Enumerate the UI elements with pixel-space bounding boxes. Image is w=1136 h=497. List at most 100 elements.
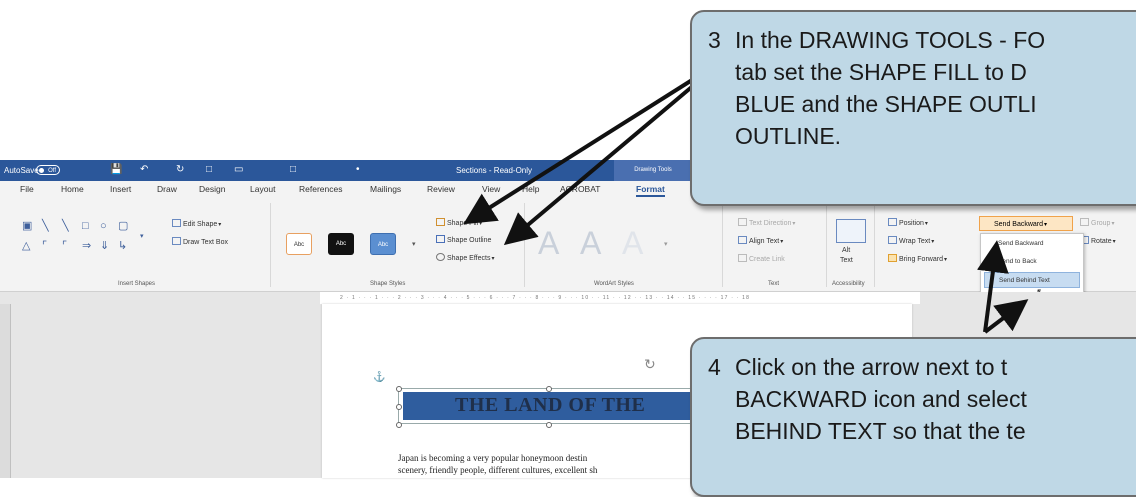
position-button[interactable]: Position▾: [888, 218, 928, 227]
tab-acrobat[interactable]: ACROBAT: [560, 184, 600, 194]
document-title: Sections - Read-Only: [456, 166, 533, 175]
alt-text-label-1: Alt: [842, 247, 851, 254]
resize-handle[interactable]: [396, 404, 402, 410]
down-arrow-shape-icon[interactable]: ⇓: [100, 241, 109, 252]
rounded-rect-shape-icon[interactable]: ▢: [118, 221, 128, 232]
anchor-icon: ⚓: [373, 372, 386, 383]
tab-format[interactable]: Format: [636, 184, 665, 197]
text-direction-icon: [738, 218, 747, 226]
line-shape-icon[interactable]: ╲: [42, 221, 49, 232]
heading-shape-fill: THE LAND OF THE: [403, 392, 695, 420]
horizontal-ruler: 2 · 1 · · · 1 · · · 2 · · · 3 · · · 4 · …: [0, 292, 1136, 304]
connector-shape-icon[interactable]: ⌜: [42, 241, 47, 252]
arrow-line-shape-icon[interactable]: ╲: [62, 221, 69, 232]
more-icon[interactable]: •: [356, 164, 360, 176]
elbow-connector-shape-icon[interactable]: ⌜: [62, 241, 67, 252]
drawing-tools-label: Drawing Tools: [614, 160, 692, 181]
save-icon[interactable]: 💾: [110, 164, 122, 176]
group-button[interactable]: Group▾: [1080, 218, 1114, 227]
effects-icon: [436, 253, 445, 261]
tab-layout[interactable]: Layout: [250, 184, 276, 194]
oval-shape-icon[interactable]: ○: [100, 221, 107, 232]
open-icon[interactable]: ▭: [234, 164, 243, 176]
right-arrow-shape-icon[interactable]: ⇒: [82, 241, 91, 252]
draw-text-box-button[interactable]: Draw Text Box: [172, 237, 228, 246]
tab-help[interactable]: Help: [522, 184, 539, 194]
edit-shape-button[interactable]: Edit Shape▾: [172, 219, 221, 228]
callout-line: OUTLINE.: [735, 123, 842, 149]
step-number: 3: [708, 27, 721, 53]
rotate-button[interactable]: Rotate▾: [1080, 236, 1116, 245]
tab-draw[interactable]: Draw: [157, 184, 177, 194]
text-group-label: Text: [768, 281, 780, 287]
send-backward-button[interactable]: Send Backward▾: [979, 216, 1073, 231]
create-link-button[interactable]: Create Link: [738, 254, 785, 263]
alt-text-label-2: Text: [840, 257, 853, 264]
wordart-group-label: WordArt Styles: [594, 281, 634, 287]
body-line: Japan is becoming a very popular honeymo…: [398, 453, 588, 463]
tab-view[interactable]: View: [482, 184, 500, 194]
callout-line: BEHIND TEXT so that the te: [735, 418, 1026, 444]
callout-line: In the DRAWING TOOLS - FO: [735, 27, 1046, 53]
resize-handle[interactable]: [546, 422, 552, 428]
callout-line: BLUE and the SHAPE OUTLI: [735, 91, 1037, 117]
rectangle-shape-icon[interactable]: □: [82, 221, 89, 232]
tab-references[interactable]: References: [299, 184, 342, 194]
triangle-shape-icon[interactable]: △: [22, 241, 30, 252]
tab-insert[interactable]: Insert: [110, 184, 131, 194]
group-divider: [722, 203, 723, 287]
tab-file[interactable]: File: [20, 184, 34, 194]
wordart-style-a[interactable]: A: [538, 225, 559, 262]
alt-text-icon[interactable]: [836, 219, 866, 243]
shape-style-swatch[interactable]: Abc: [370, 233, 396, 255]
styles-more-icon[interactable]: ▾: [412, 239, 416, 250]
tab-home[interactable]: Home: [61, 184, 84, 194]
bring-forward-button[interactable]: Bring Forward▾: [888, 254, 947, 263]
textbox-shape-icon[interactable]: ▣: [22, 221, 32, 232]
autosave-toggle[interactable]: Off: [36, 165, 60, 175]
step-number: 4: [708, 354, 721, 380]
wordart-more-icon[interactable]: ▾: [664, 239, 668, 250]
document-body[interactable]: Japan is becoming a very popular honeymo…: [398, 452, 698, 476]
chevron-down-icon[interactable]: ▾: [1044, 218, 1047, 233]
align-text-button[interactable]: Align Text▾: [738, 236, 783, 245]
autosave-label: AutoSave: [4, 166, 39, 175]
resize-handle[interactable]: [546, 386, 552, 392]
shape-fill-button[interactable]: Shape Fill▾: [436, 218, 482, 227]
tab-mailings[interactable]: Mailings: [370, 184, 401, 194]
menu-item-send-to-back[interactable]: Send to Back: [984, 254, 1080, 270]
shape-style-swatch[interactable]: Abc: [286, 233, 312, 255]
heading-shape[interactable]: THE LAND OF THE: [396, 386, 698, 428]
resize-handle[interactable]: [396, 386, 402, 392]
wrap-text-button[interactable]: Wrap Text▾: [888, 236, 934, 245]
new-document-icon[interactable]: □: [206, 164, 212, 176]
tab-review[interactable]: Review: [427, 184, 455, 194]
wordart-style-a[interactable]: A: [622, 225, 643, 262]
customize-icon[interactable]: □: [290, 164, 296, 176]
menu-item-send-behind-text[interactable]: Send Behind Text: [984, 272, 1080, 288]
shapes-more-icon[interactable]: ▾: [140, 231, 144, 242]
freeform-shape-icon[interactable]: ↳: [118, 241, 127, 252]
wordart-style-a[interactable]: A: [580, 225, 601, 262]
body-line: scenery, friendly people, different cult…: [398, 465, 598, 475]
shape-style-swatch[interactable]: Abc: [328, 233, 354, 255]
send-backward-menu: Send Backward Send to Back Send Behind T…: [980, 233, 1084, 295]
group-icon: [1080, 218, 1089, 226]
menu-item-send-backward[interactable]: Send Backward: [984, 236, 1080, 252]
shape-effects-button[interactable]: Shape Effects▾: [436, 253, 494, 262]
callout-step-4: 4 Click on the arrow next to t BACKWARD i…: [690, 337, 1136, 497]
rotate-handle-icon[interactable]: ↻: [644, 356, 656, 373]
redo-icon[interactable]: ↻: [176, 164, 184, 176]
callout-line: tab set the SHAPE FILL to D: [735, 59, 1027, 85]
callout-line: BACKWARD icon and select: [735, 386, 1027, 412]
text-direction-button[interactable]: Text Direction▾: [738, 218, 795, 227]
paint-bucket-icon: [436, 218, 445, 226]
shape-outline-button[interactable]: Shape Outline: [436, 235, 491, 244]
align-text-icon: [738, 236, 747, 244]
text-box-icon: [172, 237, 181, 245]
tab-design[interactable]: Design: [199, 184, 225, 194]
resize-handle[interactable]: [396, 422, 402, 428]
undo-icon[interactable]: ↶: [140, 164, 148, 176]
vertical-ruler: [0, 304, 11, 478]
callout-line: Click on the arrow next to t: [735, 354, 1008, 380]
